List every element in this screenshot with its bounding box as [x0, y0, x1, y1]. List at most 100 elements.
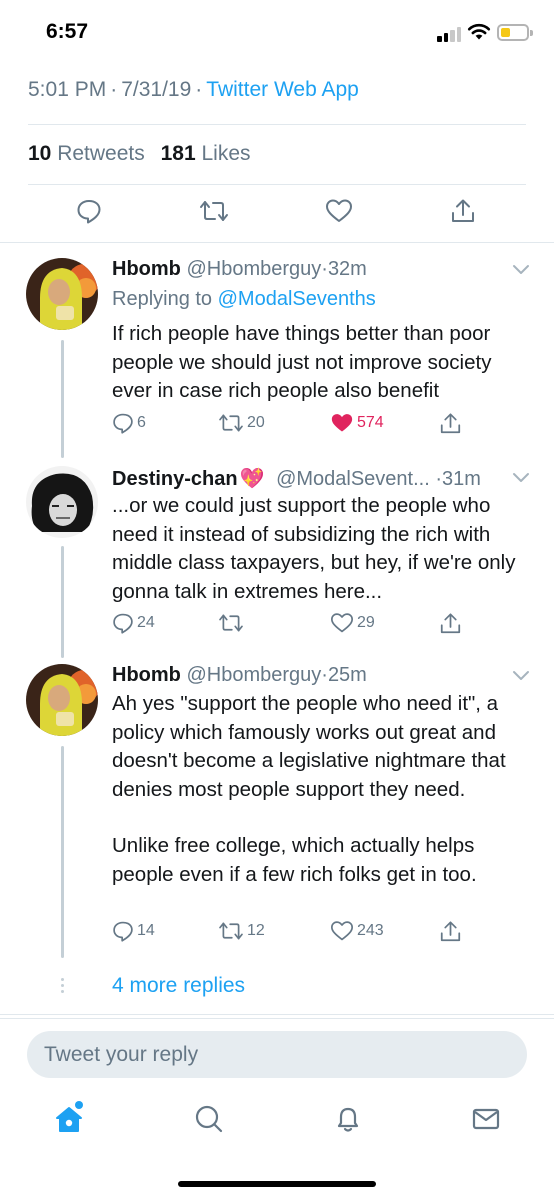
likes-stat[interactable]: 181 Likes — [161, 142, 251, 165]
like-button[interactable]: 574 — [330, 412, 384, 434]
user-handle[interactable]: @Hbomberguy — [186, 664, 321, 686]
share-icon — [440, 413, 461, 434]
tweet-reply-button[interactable] — [76, 198, 102, 229]
share-icon — [452, 199, 474, 222]
notification-dot — [75, 1101, 83, 1109]
tweet-retweet-button[interactable] — [199, 198, 229, 229]
chevron-down-icon[interactable] — [512, 472, 530, 484]
tweet-text: Ah yes "support the people who need it",… — [112, 690, 537, 889]
like-count: 243 — [357, 922, 384, 939]
tab-messages[interactable] — [471, 1104, 501, 1139]
reply-composer[interactable] — [27, 1031, 527, 1078]
status-bar: 6:57 — [0, 0, 554, 64]
likes-label: Likes — [201, 142, 251, 165]
thread-dots — [61, 978, 64, 996]
retweet-icon — [219, 414, 243, 432]
retweet-icon — [200, 201, 228, 221]
divider — [0, 1014, 554, 1015]
reply-button[interactable]: 6 — [112, 412, 146, 434]
avatar[interactable] — [26, 258, 98, 330]
tab-home[interactable] — [54, 1101, 84, 1139]
retweet-button[interactable]: 20 — [218, 412, 265, 434]
retweet-button[interactable] — [218, 612, 247, 634]
like-button[interactable]: 29 — [330, 612, 375, 634]
heart-filled-icon — [331, 414, 353, 432]
reply-actions: 6 20 574 — [112, 412, 532, 438]
more-replies-link[interactable]: 4 more replies — [112, 974, 245, 998]
divider — [0, 1018, 554, 1019]
share-icon — [440, 921, 461, 942]
tweet-stats: 10 Retweets 181 Likes — [28, 142, 251, 166]
reply-icon — [113, 921, 133, 942]
like-icon — [326, 199, 352, 222]
wifi-icon — [467, 23, 491, 40]
display-name[interactable]: Hbomb — [112, 258, 181, 280]
tweet-time: 5:01 PM — [28, 78, 107, 101]
replying-to-label: Replying to — [112, 288, 213, 310]
retweets-stat[interactable]: 10 Retweets — [28, 142, 145, 165]
tweet-paragraph: ...or we could just support the people w… — [112, 494, 516, 603]
tweet-date: 7/31/19 — [121, 78, 192, 101]
notifications-icon — [337, 1107, 359, 1132]
avatar[interactable] — [26, 664, 98, 736]
thread-line — [61, 746, 64, 958]
reply-button[interactable]: 24 — [112, 612, 155, 634]
chevron-down-icon[interactable] — [512, 264, 530, 276]
tab-search[interactable] — [194, 1104, 224, 1139]
retweet-icon — [219, 922, 243, 940]
reply-input[interactable] — [27, 1031, 527, 1078]
tweet-text: ...or we could just support the people w… — [112, 492, 537, 606]
like-count: 29 — [357, 614, 375, 631]
tab-notifications[interactable] — [333, 1104, 363, 1139]
reply-button[interactable]: 14 — [112, 920, 155, 942]
chevron-down-icon[interactable] — [512, 670, 530, 682]
divider — [28, 184, 526, 185]
tweet-age: 32m — [327, 258, 367, 280]
divider — [0, 242, 554, 243]
tweet-paragraph: If rich people have things better than p… — [112, 322, 492, 402]
tweet-like-button[interactable] — [325, 198, 353, 229]
retweet-count: 10 — [28, 142, 52, 165]
reply-count: 6 — [137, 414, 146, 431]
like-button[interactable]: 243 — [330, 920, 384, 942]
divider — [28, 124, 526, 125]
signal-icon — [437, 26, 463, 42]
status-time: 6:57 — [46, 20, 89, 43]
heart-icon — [330, 921, 353, 941]
share-icon — [440, 613, 461, 634]
replying-to: Replying to @ModalSevenths — [112, 288, 376, 311]
thread-line — [61, 340, 64, 458]
retweet-count: 20 — [247, 414, 265, 431]
like-count: 574 — [357, 414, 384, 431]
share-button[interactable] — [440, 920, 461, 943]
tab-bar — [0, 1090, 554, 1160]
tweet-paragraph: Unlike free college, which actually help… — [112, 834, 477, 886]
user-handle[interactable]: @Hbomberguy — [186, 258, 321, 280]
reply-count: 14 — [137, 922, 155, 939]
user-handle[interactable]: @ModalSevent... — [276, 468, 430, 490]
tweet-paragraph: Ah yes "support the people who need it",… — [112, 692, 506, 801]
tweet-source-link[interactable]: Twitter Web App — [206, 78, 359, 101]
tweet-timestamp: 5:01 PM · 7/31/19 · Twitter Web App — [28, 78, 359, 101]
reply-icon — [113, 413, 133, 434]
display-name[interactable]: Destiny-chan — [112, 468, 238, 490]
share-button[interactable] — [440, 612, 461, 635]
thread-line — [61, 546, 64, 658]
reply-icon — [113, 613, 133, 634]
reply-actions: 14 12 243 — [112, 920, 532, 946]
home-indicator[interactable] — [178, 1181, 376, 1187]
retweets-label: Retweets — [57, 142, 145, 165]
tweet-age: 25m — [327, 664, 367, 686]
replying-to-link[interactable]: @ModalSevenths — [218, 288, 376, 310]
like-count: 181 — [160, 142, 196, 165]
avatar[interactable] — [26, 466, 98, 538]
retweet-count: 12 — [247, 922, 265, 939]
messages-icon — [472, 1108, 500, 1130]
tweet-share-button[interactable] — [451, 198, 475, 229]
display-name[interactable]: Hbomb — [112, 664, 181, 686]
share-button[interactable] — [440, 412, 461, 435]
reply-icon — [77, 200, 101, 224]
retweet-button[interactable]: 12 — [218, 920, 265, 942]
reply-actions: 24 29 — [112, 612, 532, 638]
tweet-age: 31m — [442, 468, 481, 490]
